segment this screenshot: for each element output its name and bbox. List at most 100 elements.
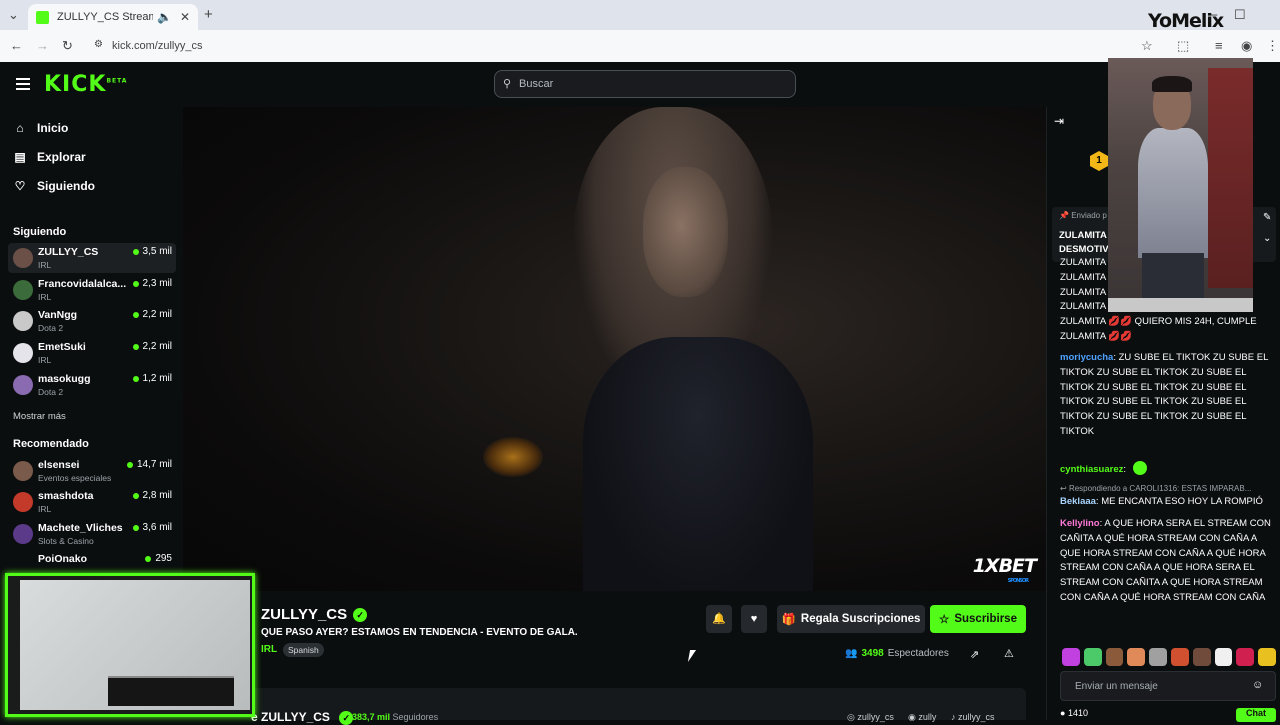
about-channel-name: e ZULLYY_CS ✓	[251, 710, 354, 725]
chevron-down-icon[interactable]: ⌄	[1263, 232, 1271, 246]
menu-dots-icon[interactable]: ⋮	[1266, 39, 1279, 53]
social-instagram-link[interactable]: ◎ zullyy_cs	[847, 712, 894, 723]
language-tag[interactable]: Spanish	[283, 643, 324, 657]
emote-icon[interactable]	[1105, 648, 1124, 666]
avatar	[13, 461, 33, 481]
chat-username[interactable]: cynthiasuarez	[1060, 464, 1123, 475]
live-dot	[132, 248, 139, 255]
channel-title: ZULLYY_CS ✓	[261, 606, 368, 623]
avatar	[13, 524, 33, 544]
live-dot	[132, 311, 139, 318]
recommended-channel[interactable]: elsensei Eventos especiales 14,7 mil	[8, 456, 176, 486]
chat-username[interactable]: Kellylino	[1060, 518, 1100, 529]
nav-explorar[interactable]: ▤ Explorar	[12, 150, 85, 164]
tab-title: ZULLYY_CS Stream - Watch	[57, 11, 153, 23]
tab-strip: ⌄ ZULLYY_CS Stream - Watch 🔈 ✕ + ─ ☐	[0, 0, 1280, 30]
report-icon[interactable]: ⚠	[1004, 647, 1014, 660]
emote-icon[interactable]	[1214, 648, 1233, 666]
recommended-channel[interactable]: Machete_Vliches Slots & Casino 3,6 mil	[8, 519, 176, 549]
following-channel[interactable]: EmetSuki IRL 2,2 mil	[8, 338, 176, 368]
maximize-icon[interactable]: ☐	[1234, 8, 1246, 22]
subscribe-button[interactable]: ☆ Suscribirse	[930, 605, 1026, 633]
unpin-icon[interactable]: ✎	[1263, 211, 1271, 225]
hamburger-menu-icon[interactable]	[16, 78, 30, 93]
nav-label: Inicio	[37, 121, 69, 135]
heart-icon: ♡	[14, 179, 26, 193]
show-more-link[interactable]: Mostrar más	[13, 411, 66, 422]
share-icon[interactable]: ⇗	[970, 648, 979, 661]
nav-label: Siguiendo	[37, 179, 95, 193]
chat-text: ZU SUBE EL TIKTOK ZU SUBE EL TIKTOK ZU S…	[1060, 352, 1269, 437]
media-control-icon[interactable]: ≡	[1215, 39, 1223, 53]
notification-bell-button[interactable]: 🔔	[706, 605, 732, 633]
webcam-object	[108, 676, 234, 706]
social-discord-link[interactable]: ◉ zully	[908, 712, 936, 723]
social-tiktok-link[interactable]: ♪ zullyy_cs	[951, 712, 995, 722]
emote-bar	[1062, 648, 1276, 668]
tab-search-icon[interactable]: ⌄	[8, 8, 19, 22]
logo-text: KICK	[44, 72, 107, 97]
viewer-count: 295	[145, 553, 172, 564]
home-icon: ⌂	[16, 121, 24, 135]
viewer-count: 3,6 mil	[132, 522, 172, 533]
tab-close-icon[interactable]: ✕	[180, 10, 190, 24]
emote-icon[interactable]	[1192, 648, 1211, 666]
channel-category: IRL	[38, 292, 52, 302]
nav-inicio[interactable]: ⌂ Inicio	[12, 121, 68, 135]
chat-points[interactable]: ● 1410	[1060, 708, 1088, 718]
emoji-picker-icon[interactable]: ☺	[1252, 679, 1263, 691]
stream-category-link[interactable]: IRL	[261, 644, 277, 655]
emote-icon[interactable]	[1062, 648, 1080, 666]
extensions-icon[interactable]: ⬚	[1177, 39, 1189, 53]
nav-siguiendo[interactable]: ♡ Siguiendo	[12, 179, 95, 193]
chat-username[interactable]: Beklaaa	[1060, 496, 1096, 507]
profile-icon[interactable]: ◉	[1241, 39, 1252, 53]
chat-input[interactable]: Enviar un mensaje	[1060, 671, 1276, 701]
video-player[interactable]: 1XBET SPONSOR	[183, 107, 1046, 591]
follow-heart-button[interactable]: ♥	[741, 605, 767, 633]
recommended-heading: Recomendado	[13, 438, 89, 450]
search-input[interactable]: ⚲ Buscar	[494, 70, 796, 98]
reload-icon[interactable]: ↻	[62, 39, 73, 53]
collapse-chat-icon[interactable]: ⇥	[1054, 114, 1064, 128]
emote-icon[interactable]	[1083, 648, 1102, 666]
channel-category: Dota 2	[38, 323, 64, 333]
channel-category: IRL	[38, 504, 52, 514]
forward-icon[interactable]: →	[36, 39, 49, 53]
gift-label: Regala Suscripciones	[800, 613, 921, 625]
gift-subs-button[interactable]: 🎁 Regala Suscripciones	[777, 605, 925, 633]
emote-icon[interactable]	[1170, 648, 1189, 666]
live-dot	[132, 492, 139, 499]
site-info-icon[interactable]: ⚙	[94, 39, 103, 50]
recommended-channel[interactable]: PoiOnako 295	[8, 550, 176, 570]
browser-tab[interactable]: ZULLYY_CS Stream - Watch 🔈 ✕	[28, 4, 198, 30]
new-tab-button[interactable]: +	[204, 7, 213, 22]
emote-icon[interactable]	[1149, 648, 1167, 666]
emote-icon[interactable]	[1258, 648, 1276, 666]
search-placeholder: Buscar	[519, 78, 554, 90]
chat-username[interactable]: moriycucha	[1060, 352, 1113, 363]
chat-message: ZULAMITA 💋💋 QUIERO MIS 24H, CUMPLE ZULAM…	[1060, 316, 1257, 342]
smiley-emote-icon	[1132, 461, 1147, 475]
address-bar-row: ← → ↻ ⚙ kick.com/zullyy_cs ☆ ⬚ ≡ ◉ ⋮	[0, 30, 1280, 62]
heart-icon: ♥	[750, 613, 758, 625]
following-channel[interactable]: masokugg Dota 2 1,2 mil	[8, 370, 176, 400]
audio-icon[interactable]: 🔈	[157, 10, 172, 24]
subscribe-label: Suscribirse	[954, 613, 1017, 625]
back-icon[interactable]: ←	[10, 39, 23, 53]
camera-background-wall	[1208, 68, 1253, 288]
kick-favicon-icon	[36, 10, 49, 24]
following-channel[interactable]: ZULLYY_CS IRL 3,5 mil	[8, 243, 176, 273]
avatar	[13, 375, 33, 395]
bookmark-star-icon[interactable]: ☆	[1141, 39, 1153, 53]
emote-icon[interactable]	[1236, 648, 1255, 666]
url-field[interactable]: ⚙ kick.com/zullyy_cs	[88, 34, 1108, 58]
following-channel[interactable]: Francovidalalca... IRL 2,3 mil	[8, 275, 176, 305]
live-dot	[132, 280, 139, 287]
following-channel[interactable]: VanNgg Dota 2 2,2 mil	[8, 306, 176, 336]
kick-logo[interactable]: KICKBETA	[44, 72, 127, 97]
recommended-channel[interactable]: smashdota IRL 2,8 mil	[8, 487, 176, 517]
avatar	[13, 343, 33, 363]
emote-icon[interactable]	[1127, 648, 1146, 666]
explore-icon: ▤	[14, 150, 26, 164]
